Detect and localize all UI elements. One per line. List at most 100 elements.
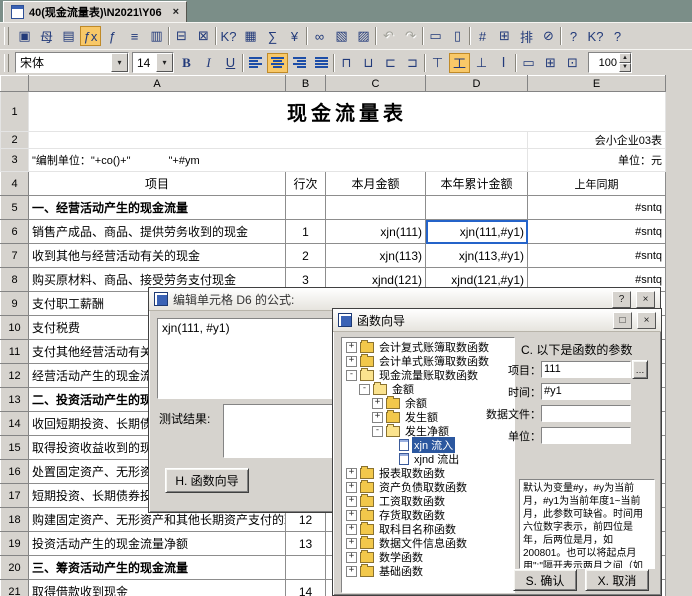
tree-item[interactable]: + 会计复式账簿取数函数 — [342, 340, 514, 354]
cell-line-no[interactable]: 1 — [286, 220, 326, 244]
undo-button[interactable]: ↶ — [378, 26, 399, 46]
cell-item[interactable]: 销售产成品、商品、提供劳务收到的现金 — [29, 220, 286, 244]
insert-object-button[interactable]: ▭ — [425, 26, 446, 46]
paste-format-button[interactable]: ▤ — [58, 26, 79, 46]
tree-expander-icon[interactable]: - — [372, 426, 383, 437]
toolbar-grip[interactable] — [4, 54, 9, 72]
cell-ytd-amount[interactable]: 本年累计金额 — [426, 172, 528, 196]
unmerge-cells-button[interactable]: ⊔ — [358, 53, 379, 73]
cell-month-amount[interactable] — [326, 196, 426, 220]
column-header-b[interactable]: B — [286, 76, 326, 92]
tree-item[interactable]: + 取科目名称函数 — [342, 522, 514, 536]
chevron-down-icon[interactable]: ▾ — [111, 53, 128, 72]
row-header[interactable]: 7 — [1, 244, 29, 268]
column-outline-button[interactable]: ▥ — [146, 26, 167, 46]
row-header[interactable]: 10 — [1, 316, 29, 340]
cell-item[interactable]: 一、经营活动产生的现金流量 — [29, 196, 286, 220]
tree-expander-icon[interactable]: + — [346, 496, 357, 507]
cell-month-amount[interactable]: xjn(113) — [326, 244, 426, 268]
row-header[interactable]: 16 — [1, 460, 29, 484]
column-header-d[interactable]: D — [426, 76, 528, 92]
tree-expander-icon[interactable]: + — [346, 468, 357, 479]
hash-grid-button[interactable]: # — [472, 26, 493, 46]
chevron-down-icon[interactable]: ▾ — [156, 53, 173, 72]
cell-month-amount[interactable]: 本月金额 — [326, 172, 426, 196]
cell-line-no[interactable]: 2 — [286, 244, 326, 268]
view-button[interactable]: ∞ — [309, 26, 330, 46]
prepared-by-formula-cell[interactable]: "编制单位："+co()+""+#ym — [29, 149, 528, 172]
row-header[interactable]: 18 — [1, 508, 29, 532]
worksheet-tab[interactable]: 40(现金流量表)\N2021\Y06 × — [3, 1, 187, 22]
insert-frame-button[interactable]: ▯ — [447, 26, 468, 46]
row-header[interactable]: 20 — [1, 556, 29, 580]
tree-expander-icon[interactable]: - — [359, 384, 370, 395]
valign-bottom-button[interactable]: ⊥ — [471, 53, 492, 73]
underline-button[interactable]: U — [220, 53, 241, 73]
report-type-label[interactable]: 会小企业03表 — [528, 132, 666, 149]
close-icon[interactable]: × — [173, 6, 179, 18]
row-header[interactable]: 21 — [1, 580, 29, 596]
italic-button[interactable]: I — [198, 53, 219, 73]
tree-item[interactable]: + 工资取数函数 — [342, 494, 514, 508]
cell-prior-year[interactable]: #sntq — [528, 220, 666, 244]
column-header-a[interactable]: A — [29, 76, 286, 92]
print-button[interactable]: ⊠ — [193, 26, 214, 46]
row-header[interactable]: 6 — [1, 220, 29, 244]
align-justify-button[interactable] — [311, 53, 332, 73]
maximize-icon[interactable]: □ — [613, 312, 632, 329]
cell-item[interactable]: 项目 — [29, 172, 286, 196]
cell-ytd-amount[interactable]: xjn(111,#y1) — [426, 220, 528, 244]
spin-up-icon[interactable]: ▲ — [619, 53, 631, 63]
cell-line-no[interactable]: 13 — [286, 532, 326, 556]
row-header[interactable]: 8 — [1, 268, 29, 292]
param-input[interactable]: 111 — [541, 361, 631, 378]
tree-expander-icon[interactable]: + — [346, 566, 357, 577]
empty-cell[interactable] — [29, 132, 528, 149]
border-outline-button[interactable]: ⊡ — [562, 53, 583, 73]
valign-middle-button[interactable]: 工 — [449, 53, 470, 73]
tree-expander-icon[interactable]: - — [346, 370, 357, 381]
tree-item[interactable]: + 数据文件信息函数 — [342, 536, 514, 550]
save-button[interactable]: ▣ — [14, 26, 35, 46]
tree-expander-icon[interactable]: + — [372, 398, 383, 409]
row-header[interactable]: 1 — [1, 92, 29, 132]
row-height-button[interactable]: Ⅰ — [493, 53, 514, 73]
tree-item[interactable]: xjnd 流出 — [342, 452, 514, 466]
font-size-select[interactable]: 14 ▾ — [132, 52, 174, 73]
sum-button[interactable]: ∑ — [262, 26, 283, 46]
tree-item[interactable]: + 基础函数 — [342, 564, 514, 578]
confirm-button[interactable]: S. 确认 — [513, 569, 577, 591]
close-icon[interactable]: × — [636, 291, 655, 308]
row-header[interactable]: 19 — [1, 532, 29, 556]
function-wizard-button[interactable]: H. 函数向导 — [165, 468, 249, 493]
indent-increase-button[interactable]: ⊐ — [402, 53, 423, 73]
cell-prior-year[interactable]: #sntq — [528, 244, 666, 268]
tree-item[interactable]: + 数学函数 — [342, 550, 514, 564]
bold-button[interactable]: B — [176, 53, 197, 73]
border-all-button[interactable]: ⊞ — [540, 53, 561, 73]
copy-button[interactable]: ▧ — [331, 26, 352, 46]
pinyin-button[interactable]: 母 — [36, 26, 57, 46]
help-button[interactable]: ? — [563, 26, 584, 46]
dialog-titlebar[interactable]: 函数向导 □ × — [333, 309, 661, 332]
table-button[interactable]: ▦ — [240, 26, 261, 46]
edit-formula-button[interactable]: ƒ — [102, 26, 123, 46]
tree-expander-icon[interactable]: + — [346, 524, 357, 535]
param-input[interactable] — [541, 405, 631, 422]
row-header[interactable]: 2 — [1, 132, 29, 149]
print-preview-button[interactable]: ⊟ — [171, 26, 192, 46]
row-header[interactable]: 3 — [1, 149, 29, 172]
select-all-corner[interactable] — [1, 76, 29, 92]
cell-ytd-amount[interactable]: xjn(113,#y1) — [426, 244, 528, 268]
lock-cells-button[interactable]: ⊘ — [538, 26, 559, 46]
what-is-button[interactable]: K? — [585, 26, 606, 46]
align-center-button[interactable] — [267, 53, 288, 73]
row-header[interactable]: 4 — [1, 172, 29, 196]
cell-item[interactable]: 取得借款收到现金 — [29, 580, 286, 596]
zoom-control[interactable]: 100 ▲ ▼ — [588, 52, 632, 73]
help-icon[interactable]: ? — [612, 291, 631, 308]
cell-item[interactable]: 收到其他与经营活动有关的现金 — [29, 244, 286, 268]
spin-down-icon[interactable]: ▼ — [619, 63, 631, 73]
formula-mode-button[interactable]: ƒx — [80, 26, 101, 46]
row-header[interactable]: 5 — [1, 196, 29, 220]
